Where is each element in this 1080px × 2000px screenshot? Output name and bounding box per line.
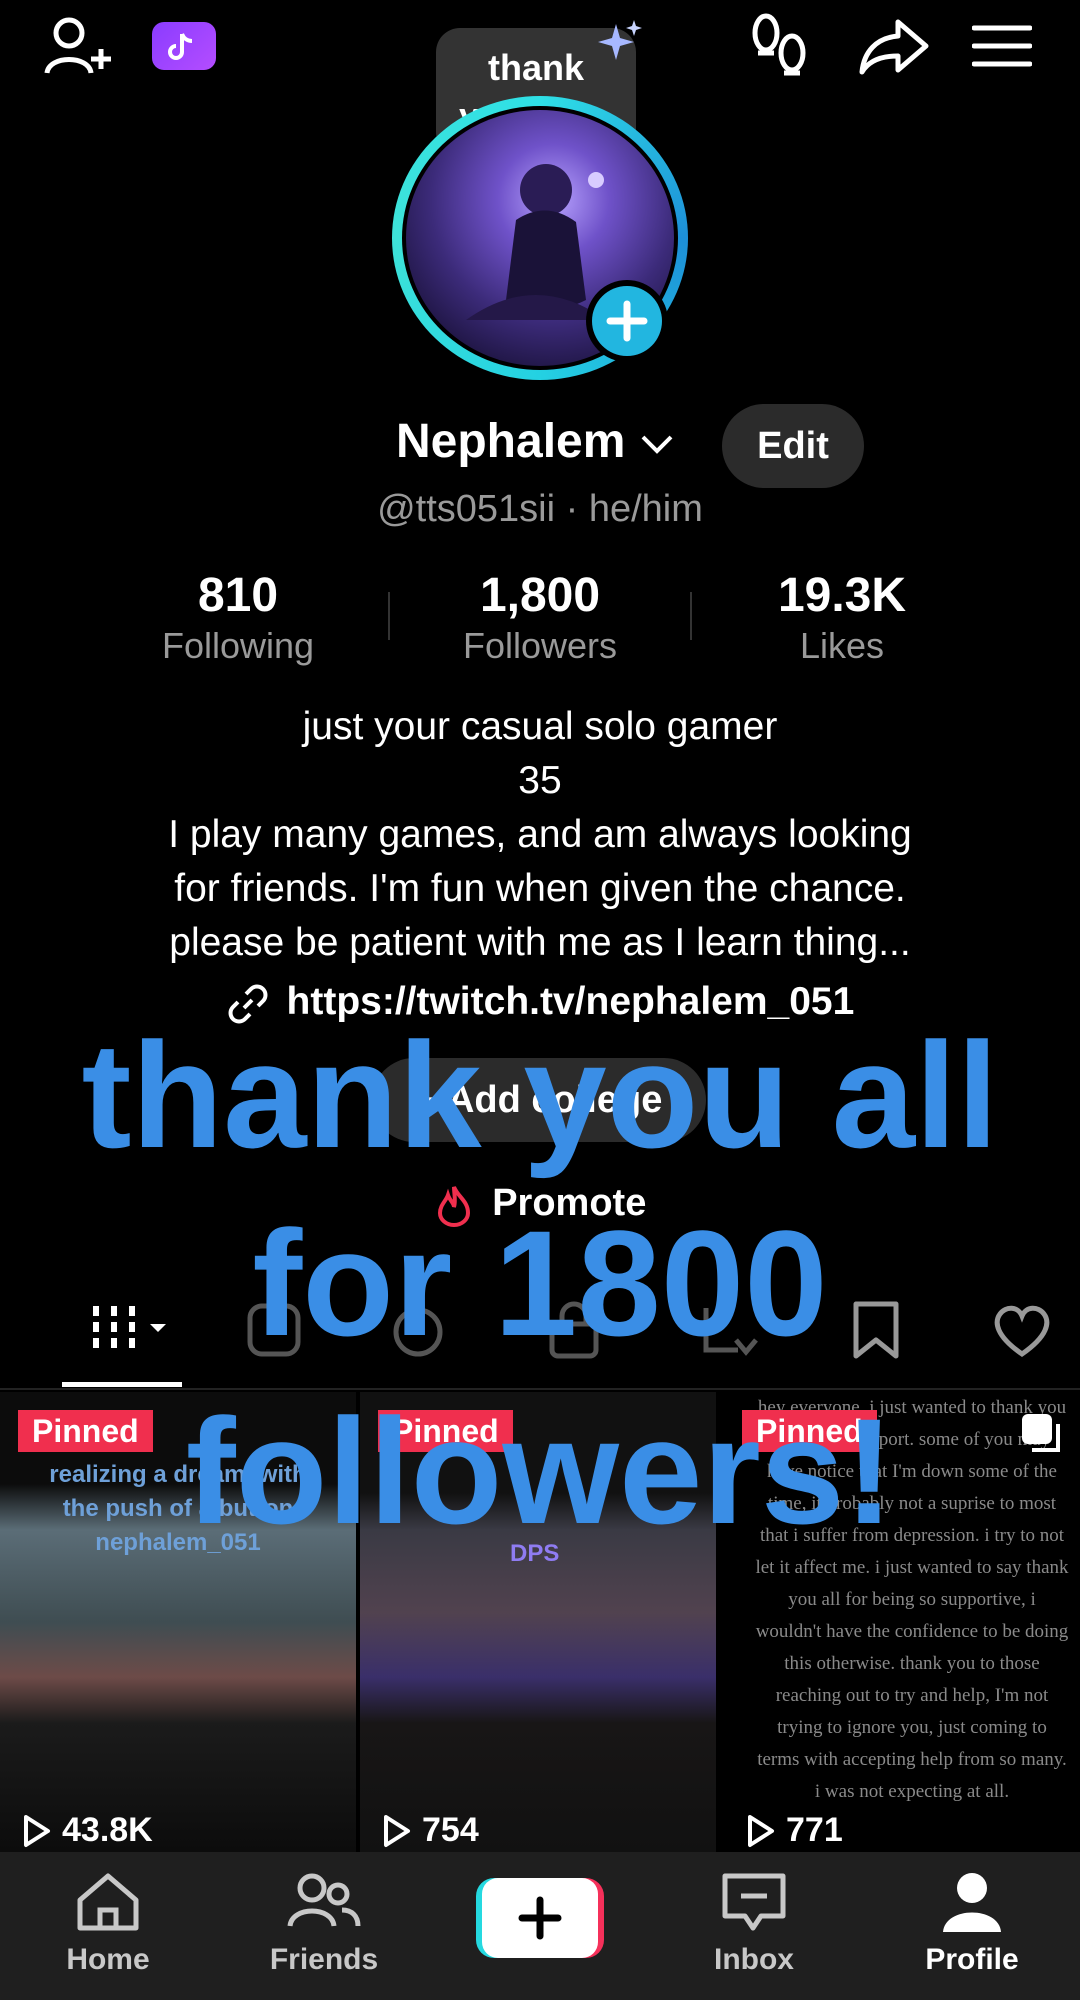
nav-label: Home [66, 1943, 150, 1976]
nav-label: Friends [269, 1943, 379, 1976]
view-count: 754 [378, 1811, 479, 1850]
view-count: 43.8K [18, 1811, 153, 1850]
overlay-line: thank you all [81, 1011, 999, 1179]
bio-line: just your casual solo gamer [302, 705, 778, 748]
bio-line: for friends. I'm fun when given the chan… [174, 867, 906, 910]
nav-label: Profile [925, 1943, 1019, 1976]
overlay-line: for 1800 [252, 1199, 828, 1367]
tiktok-badge-button[interactable] [152, 22, 216, 70]
hamburger-menu-icon [972, 25, 1032, 67]
profile-icon [943, 1873, 1001, 1932]
stat-value: 19.3K [777, 569, 907, 622]
nav-inbox[interactable]: Inbox [664, 1870, 844, 1977]
stat-label: Following [161, 625, 315, 666]
friends-icon [287, 1873, 361, 1927]
bio-line: 35 [518, 759, 562, 802]
share-arrow-icon [859, 19, 929, 75]
footprints-icon [752, 13, 806, 76]
stat-likes[interactable]: 19.3K Likes [712, 568, 972, 668]
edit-profile-button[interactable]: Edit [722, 404, 864, 488]
stat-divider [388, 592, 390, 640]
person-plus-icon [44, 17, 111, 74]
inbox-icon [722, 1873, 786, 1931]
stat-divider [690, 592, 692, 640]
stat-value: 1,800 [479, 569, 601, 622]
sparkle-icon [598, 20, 642, 60]
home-icon [77, 1873, 139, 1931]
bio-line: I play many games, and am always looking [168, 813, 912, 856]
view-count-text: 754 [422, 1811, 479, 1849]
nav-friends[interactable]: Friends [234, 1870, 414, 1977]
overlay-line: followers! [185, 1387, 895, 1555]
stat-label: Followers [462, 625, 618, 666]
play-icon [384, 1814, 410, 1847]
plus-icon [518, 1896, 562, 1940]
view-count-text: 43.8K [62, 1811, 153, 1849]
footprints-button[interactable] [746, 10, 814, 82]
bottom-navigation: Home Friends Inbox Profile [0, 1852, 1080, 2000]
create-button[interactable] [476, 1878, 604, 1958]
add-story-button[interactable] [586, 280, 668, 362]
tiktok-note-icon [168, 33, 193, 60]
nav-home[interactable]: Home [18, 1870, 198, 1977]
nav-profile[interactable]: Profile [882, 1870, 1062, 1977]
share-button[interactable] [856, 14, 932, 78]
play-icon [24, 1814, 50, 1847]
bio-line: please be patient with me as I learn thi… [169, 921, 911, 964]
play-icon [748, 1814, 774, 1847]
plus-icon [606, 300, 648, 342]
stat-followers[interactable]: 1,800 Followers [410, 568, 670, 668]
bio[interactable]: just your casual solo gamer 35 I play ma… [0, 700, 1080, 970]
menu-button[interactable] [970, 16, 1034, 76]
stat-following[interactable]: 810 Following [108, 568, 368, 668]
nav-label: Inbox [714, 1943, 794, 1976]
stat-label: Likes [799, 625, 885, 666]
view-count: 771 [742, 1811, 843, 1850]
display-name[interactable]: Nephalem [396, 414, 675, 469]
stat-value: 810 [197, 569, 279, 622]
user-handle: @tts051sii · he/him [377, 488, 703, 530]
add-friend-button[interactable] [40, 14, 116, 78]
display-name-text: Nephalem [396, 415, 626, 468]
view-count-text: 771 [786, 1811, 843, 1849]
chevron-down-icon [641, 435, 673, 455]
